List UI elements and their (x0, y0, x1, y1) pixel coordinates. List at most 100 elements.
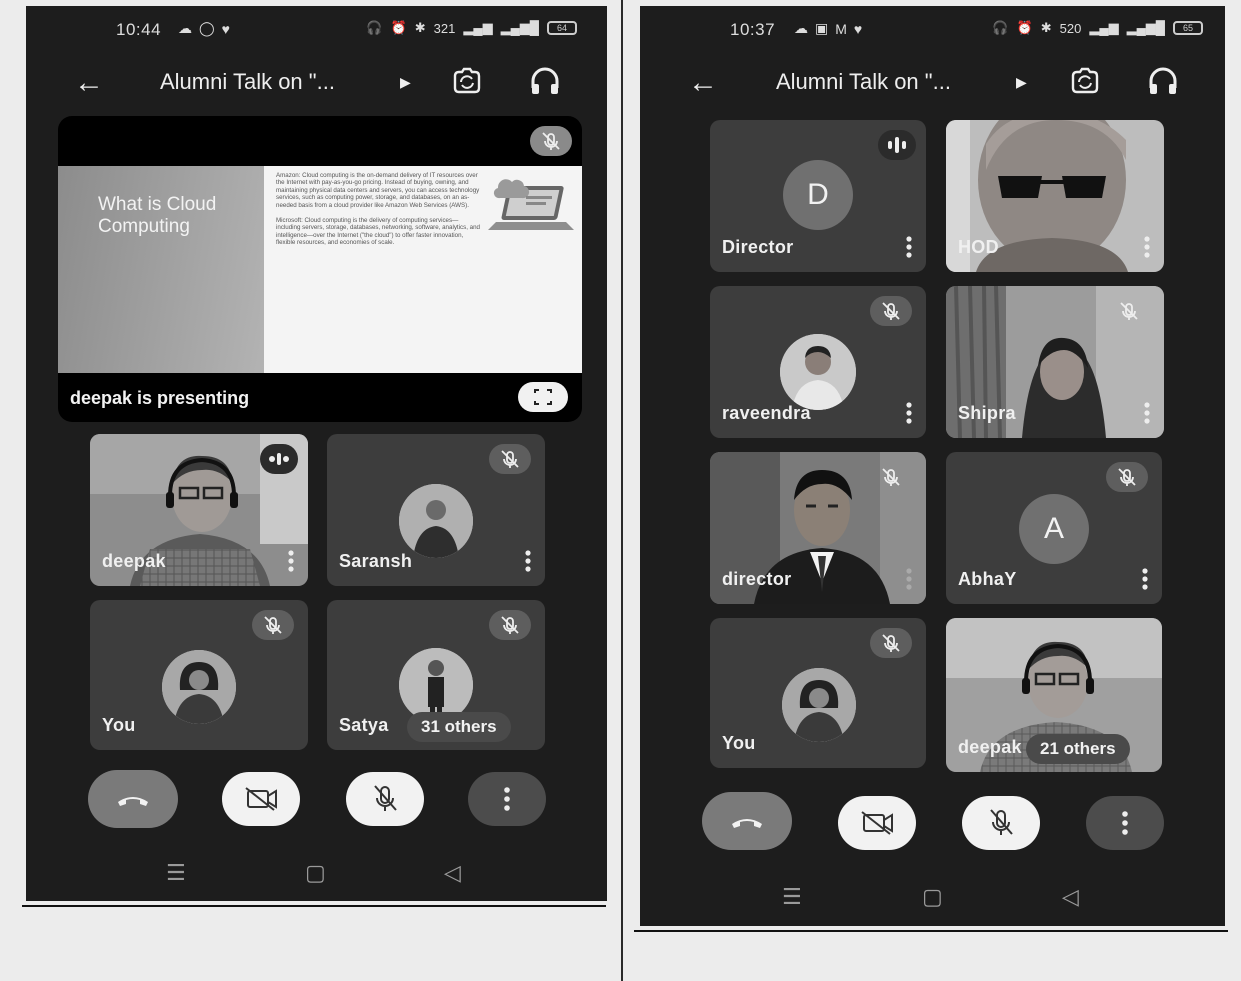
cloud-icon: ☁ (178, 20, 192, 36)
notification-icons: ☁ ▣ M ♥ (794, 20, 862, 37)
end-call-button[interactable] (88, 770, 178, 828)
left-frame-line (22, 905, 606, 907)
title-expand-icon[interactable]: ▶ (1016, 74, 1027, 91)
more-options-icon[interactable] (906, 402, 912, 424)
camera-toggle-button[interactable] (838, 796, 916, 850)
alarm-icon: ⏰ (390, 20, 407, 35)
fullscreen-button[interactable] (518, 382, 568, 412)
gmail-icon: M (835, 20, 847, 37)
alarm-icon: ⏰ (1016, 20, 1033, 35)
slide-point-microsoft: Microsoft: Cloud computing is the delive… (276, 217, 480, 247)
avatar (162, 650, 236, 724)
more-options-icon[interactable] (1144, 236, 1150, 258)
headset-status-icon: 🎧 (366, 20, 383, 35)
switch-camera-icon[interactable] (1068, 64, 1102, 98)
participant-name: HOD (958, 237, 999, 257)
recents-icon[interactable]: ☰ (166, 860, 186, 886)
participant-tile-you[interactable]: You (710, 618, 926, 768)
fullscreen-icon (534, 389, 552, 405)
headset-status-icon: 🎧 (992, 20, 1009, 35)
others-count-pill[interactable]: 21 others (1026, 734, 1130, 764)
photos-icon: ▣ (815, 20, 829, 36)
mic-muted-icon (489, 444, 531, 474)
participant-name: raveendra (722, 403, 811, 423)
mic-off-icon (990, 809, 1013, 835)
camera-toggle-button[interactable] (222, 772, 300, 826)
meeting-title[interactable]: Alumni Talk on "... (160, 69, 335, 95)
back-nav-icon[interactable]: ◁ (1062, 884, 1079, 910)
presentation-tile[interactable]: What is Cloud Computing Amazon: Cloud co… (58, 116, 582, 422)
participant-name: Director (722, 237, 794, 257)
mic-toggle-button[interactable] (346, 772, 424, 826)
mic-toggle-button[interactable] (962, 796, 1040, 850)
more-controls-button[interactable] (468, 772, 546, 826)
status-bar: 10:37 ☁ ▣ M ♥ 🎧 ⏰ ✱ 520 ▂▄▆ ▂▄▆█ 65 (640, 20, 1225, 42)
right-phone-screen: 10:37 ☁ ▣ M ♥ 🎧 ⏰ ✱ 520 ▂▄▆ ▂▄▆█ 65 ← Al… (640, 6, 1225, 926)
bluetooth-icon: ✱ (1040, 20, 1052, 35)
back-arrow-icon[interactable]: ← (74, 66, 104, 100)
participant-tile-abhay[interactable]: A AbhaY (946, 452, 1162, 604)
more-options-icon[interactable] (525, 550, 531, 572)
participant-name: You (722, 733, 756, 753)
app-bar: ← Alumni Talk on "... ▶ (26, 62, 607, 106)
mic-muted-icon (489, 610, 531, 640)
more-vert-icon (504, 787, 510, 811)
slide-title: What is Cloud Computing (98, 194, 217, 237)
avatar (782, 668, 856, 742)
slide-title-panel: What is Cloud Computing (58, 166, 264, 373)
network-speed: 520 (1059, 20, 1082, 36)
participant-tile-director-video[interactable]: director (710, 452, 926, 604)
slide-text: Amazon: Cloud computing is the on-demand… (276, 172, 482, 255)
slide-content-panel: Amazon: Cloud computing is the on-demand… (264, 166, 582, 373)
right-frame-line (634, 930, 1228, 932)
more-options-icon[interactable] (288, 550, 294, 572)
mic-muted-icon (1120, 302, 1138, 320)
avatar (399, 484, 473, 558)
participant-name: Saransh (339, 551, 413, 571)
home-icon[interactable]: ▢ (305, 860, 326, 886)
audio-level-icon (888, 137, 906, 153)
participant-tile-director[interactable]: D Director (710, 120, 926, 272)
signal-icon-2: ▂▄▆█ (500, 20, 539, 35)
meeting-title[interactable]: Alumni Talk on "... (776, 69, 951, 95)
camera-off-icon (245, 787, 277, 811)
status-time: 10:44 (116, 20, 162, 39)
more-options-icon[interactable] (1142, 568, 1148, 590)
switch-camera-icon[interactable] (450, 64, 484, 98)
participant-tile-you[interactable]: You (90, 600, 308, 750)
cloud-laptop-illustration (488, 179, 574, 230)
participant-tile-satya[interactable]: Satya 31 others (327, 600, 545, 750)
audio-output-icon[interactable] (1146, 64, 1180, 98)
more-options-icon[interactable] (906, 236, 912, 258)
others-count-pill[interactable]: 31 others (407, 712, 511, 742)
camera-off-icon (861, 811, 893, 835)
participant-tile-hod[interactable]: HOD (946, 120, 1164, 272)
system-icons: 🎧 ⏰ ✱ 321 ▂▄▆ ▂▄▆█ 64 (366, 20, 577, 36)
participant-tile-raveendra[interactable]: raveendra (710, 286, 926, 438)
system-icons: 🎧 ⏰ ✱ 520 ▂▄▆ ▂▄▆█ 65 (992, 20, 1203, 36)
app-bar: ← Alumni Talk on "... ▶ (640, 62, 1225, 106)
participant-tile-shipra[interactable]: Shipra (946, 286, 1164, 438)
back-arrow-icon[interactable]: ← (688, 66, 718, 100)
participant-tile-deepak[interactable]: deepak (90, 434, 308, 586)
mic-muted-icon (870, 628, 912, 658)
back-nav-icon[interactable]: ◁ (444, 860, 461, 886)
more-options-icon[interactable] (1144, 402, 1150, 424)
more-vert-icon (1122, 811, 1128, 835)
title-expand-icon[interactable]: ▶ (400, 74, 411, 91)
participant-name: deepak (102, 551, 166, 571)
recents-icon[interactable]: ☰ (782, 884, 802, 910)
whatsapp-icon: ◯ (199, 20, 215, 36)
more-controls-button[interactable] (1086, 796, 1164, 850)
shared-slide: What is Cloud Computing Amazon: Cloud co… (58, 166, 582, 373)
participant-tile-deepak[interactable]: deepak 21 others (946, 618, 1162, 772)
speaking-indicator (878, 130, 916, 160)
signal-icon-2: ▂▄▆█ (1126, 20, 1165, 35)
home-icon[interactable]: ▢ (922, 884, 943, 910)
more-options-icon[interactable] (906, 568, 912, 590)
end-call-button[interactable] (702, 792, 792, 850)
status-bar: 10:44 ☁ ◯ ♥ 🎧 ⏰ ✱ 321 ▂▄▆ ▂▄▆█ 64 (26, 20, 607, 42)
audio-output-icon[interactable] (528, 64, 562, 98)
participant-tile-saransh[interactable]: Saransh (327, 434, 545, 586)
battery-icon: 64 (547, 21, 577, 35)
